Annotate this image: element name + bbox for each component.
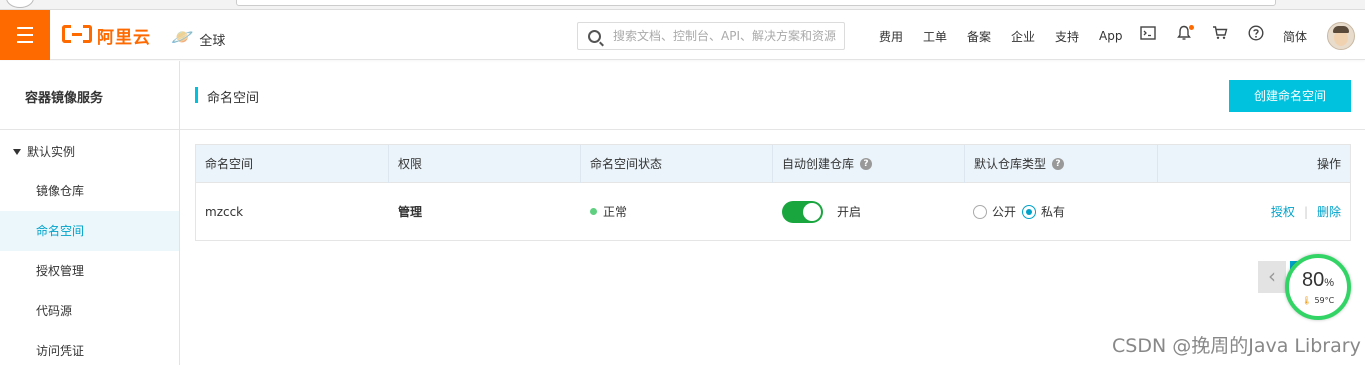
sidebar: 容器镜像服务 默认实例 镜像仓库 命名空间 授权管理 代码源 访问凭证: [0, 61, 180, 365]
radio-private[interactable]: [1022, 204, 1037, 219]
column-header-status: 命名空间状态: [581, 145, 773, 183]
chevron-left-icon[interactable]: ‹: [1258, 261, 1286, 293]
region-label: 全球: [199, 34, 226, 49]
column-header-actions: 操作: [1316, 157, 1341, 171]
help-circle-icon[interactable]: ?: [1052, 158, 1065, 170]
nav-link-enterprise[interactable]: 企业: [1011, 27, 1035, 45]
search-input[interactable]: [613, 29, 841, 43]
nav-link-app[interactable]: App: [1099, 27, 1122, 45]
page-title-accent: [195, 87, 198, 103]
gauge-temperature: 🌡 59°C: [1301, 296, 1335, 305]
action-separator: |: [1303, 204, 1308, 219]
browser-chrome-strip: [0, 0, 1365, 10]
sidebar-item-namespaces[interactable]: 命名空间: [0, 211, 179, 251]
cell-actions: 授权 | 删除: [1158, 183, 1350, 240]
region-selector[interactable]: 🪐 全球: [171, 26, 225, 49]
sidebar-item-authorization[interactable]: 授权管理: [0, 251, 179, 291]
column-header-namespace: 命名空间: [196, 145, 389, 183]
page-title: 命名空间: [207, 91, 260, 106]
user-avatar[interactable]: [1327, 22, 1355, 50]
nav-link-icp[interactable]: 备案: [967, 27, 991, 45]
sidebar-title: 容器镜像服务: [25, 91, 104, 106]
cell-status: 正常: [581, 183, 773, 240]
bell-icon[interactable]: [1174, 25, 1194, 45]
system-monitor-gauge[interactable]: 80% 🌡 59°C: [1285, 254, 1351, 320]
thermometer-icon: 🌡: [1301, 296, 1312, 305]
sidebar-group-default-instance[interactable]: 默认实例: [13, 143, 75, 160]
hamburger-menu-button[interactable]: [0, 10, 50, 60]
terminal-icon[interactable]: [1138, 25, 1158, 45]
namespace-table: 命名空间 权限 命名空间状态 自动创建仓库? 默认仓库类型? 操作 mzcck …: [195, 144, 1351, 241]
browser-back-button[interactable]: [6, 0, 34, 8]
help-circle-icon[interactable]: ?: [860, 158, 873, 170]
status-ok-dot: [590, 208, 597, 215]
nav-link-billing[interactable]: 费用: [879, 27, 903, 45]
aliyun-logo[interactable]: 阿里云: [62, 23, 151, 48]
create-namespace-button[interactable]: 创建命名空间: [1229, 80, 1351, 112]
header-divider: [180, 129, 1365, 130]
cell-auto-create: 开启: [773, 183, 965, 240]
delete-link[interactable]: 删除: [1317, 203, 1341, 220]
cell-repo-type: 公开 私有: [965, 183, 1158, 240]
radio-public-label[interactable]: 公开: [992, 203, 1016, 220]
sidebar-item-code-source[interactable]: 代码源: [0, 291, 179, 331]
authorize-link[interactable]: 授权: [1271, 203, 1295, 220]
table-header: 命名空间 权限 命名空间状态 自动创建仓库? 默认仓库类型? 操作: [196, 145, 1350, 183]
help-icon[interactable]: [1246, 25, 1266, 45]
cell-namespace: mzcck: [205, 204, 244, 219]
column-header-repo-type: 默认仓库类型?: [965, 145, 1158, 183]
radio-public[interactable]: [973, 204, 987, 219]
sidebar-item-credentials[interactable]: 访问凭证: [0, 331, 179, 371]
aliyun-logo-icon: [62, 25, 92, 45]
column-header-permission: 权限: [389, 145, 581, 183]
watermark: CSDN @挽周的Java Library: [1112, 335, 1361, 357]
browser-address-bar[interactable]: [236, 0, 1276, 6]
column-header-auto-create: 自动创建仓库?: [773, 145, 965, 183]
cart-icon[interactable]: [1210, 25, 1230, 45]
cell-permission: 管理: [398, 205, 423, 219]
logo-text: 阿里云: [97, 27, 151, 48]
top-navigation: 阿里云 🪐 全球 费用 工单 备案 企业 支持 App 简体: [0, 10, 1365, 60]
nav-link-support[interactable]: 支持: [1055, 27, 1079, 45]
global-search-box[interactable]: [577, 22, 845, 50]
caret-down-icon: [13, 148, 21, 155]
search-icon: [588, 29, 601, 43]
nav-link-tickets[interactable]: 工单: [923, 27, 947, 45]
radio-private-label[interactable]: 私有: [1041, 203, 1065, 220]
auto-create-label: 开启: [837, 205, 862, 219]
language-switch[interactable]: 简体: [1283, 27, 1307, 45]
gauge-percent: 80%: [1301, 269, 1335, 291]
sidebar-item-repositories[interactable]: 镜像仓库: [0, 171, 179, 211]
sidebar-divider: [0, 129, 179, 130]
sidebar-group-label: 默认实例: [27, 145, 76, 159]
status-text: 正常: [603, 205, 628, 219]
auto-create-toggle[interactable]: [782, 200, 823, 223]
notification-dot: [1189, 25, 1194, 30]
globe-icon: 🪐: [171, 27, 194, 48]
